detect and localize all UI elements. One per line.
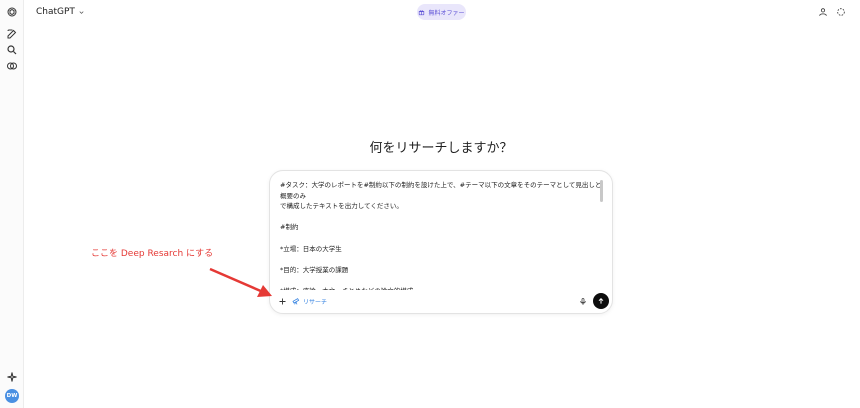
new-chat-icon[interactable] xyxy=(4,26,20,42)
search-icon[interactable] xyxy=(4,42,20,58)
prompt-line: #タスク：大学のレポートを#制約以下の制約を設けた上で、#テーマ以下の文章をその… xyxy=(280,181,602,200)
prompt-line xyxy=(280,212,602,223)
gift-icon xyxy=(419,9,425,15)
chatgpt-logo-icon[interactable] xyxy=(4,4,20,20)
account-icon[interactable] xyxy=(816,5,830,19)
prompt-line xyxy=(280,254,602,265)
prompt-line xyxy=(280,275,602,286)
prompt-line: *立場：日本の大学生 xyxy=(280,244,342,253)
page-title: 何をリサーチしますか？ xyxy=(369,141,513,156)
prompt-line: #制約 xyxy=(280,223,299,232)
arrow-up-icon xyxy=(598,297,604,304)
brand-label: ChatGPT xyxy=(36,7,75,17)
library-icon[interactable] xyxy=(4,58,20,74)
telescope-icon xyxy=(292,298,300,305)
prompt-textarea[interactable]: #タスク：大学のレポートを#制約以下の制約を設けた上で、#テーマ以下の文章をその… xyxy=(280,180,602,290)
dictate-button[interactable] xyxy=(577,294,589,308)
annotation-text: ここを Deep Resarch にする xyxy=(91,249,214,259)
research-tool-chip[interactable]: リサーチ xyxy=(292,295,327,307)
model-selector[interactable]: ChatGPT xyxy=(36,4,85,20)
microphone-icon xyxy=(580,297,586,305)
prompt-line xyxy=(280,233,602,244)
temporary-chat-icon[interactable] xyxy=(834,5,848,19)
add-attachment-button[interactable] xyxy=(276,294,288,308)
prompt-composer[interactable]: #タスク：大学のレポートを#制約以下の制約を設けた上で、#テーマ以下の文章をその… xyxy=(269,170,613,314)
sidebar-rail: DW xyxy=(0,0,24,408)
free-offer-button[interactable]: 無料オファー xyxy=(417,4,466,20)
send-button[interactable] xyxy=(593,293,609,309)
plus-icon xyxy=(279,298,285,304)
prompt-line: *目的：大学授業の課題 xyxy=(280,265,349,274)
prompt-line: で構成したテキストを出力してください。 xyxy=(280,202,403,211)
avatar[interactable]: DW xyxy=(5,389,19,403)
chevron-down-icon xyxy=(79,10,84,14)
free-offer-label: 無料オファー xyxy=(428,9,465,17)
research-label: リサーチ xyxy=(303,298,328,306)
prompt-line: *構成：序論、本文、まとめなどの論文的構成 xyxy=(280,286,602,290)
composer-scrollbar[interactable] xyxy=(600,180,603,202)
sparkle-icon[interactable] xyxy=(4,369,20,385)
